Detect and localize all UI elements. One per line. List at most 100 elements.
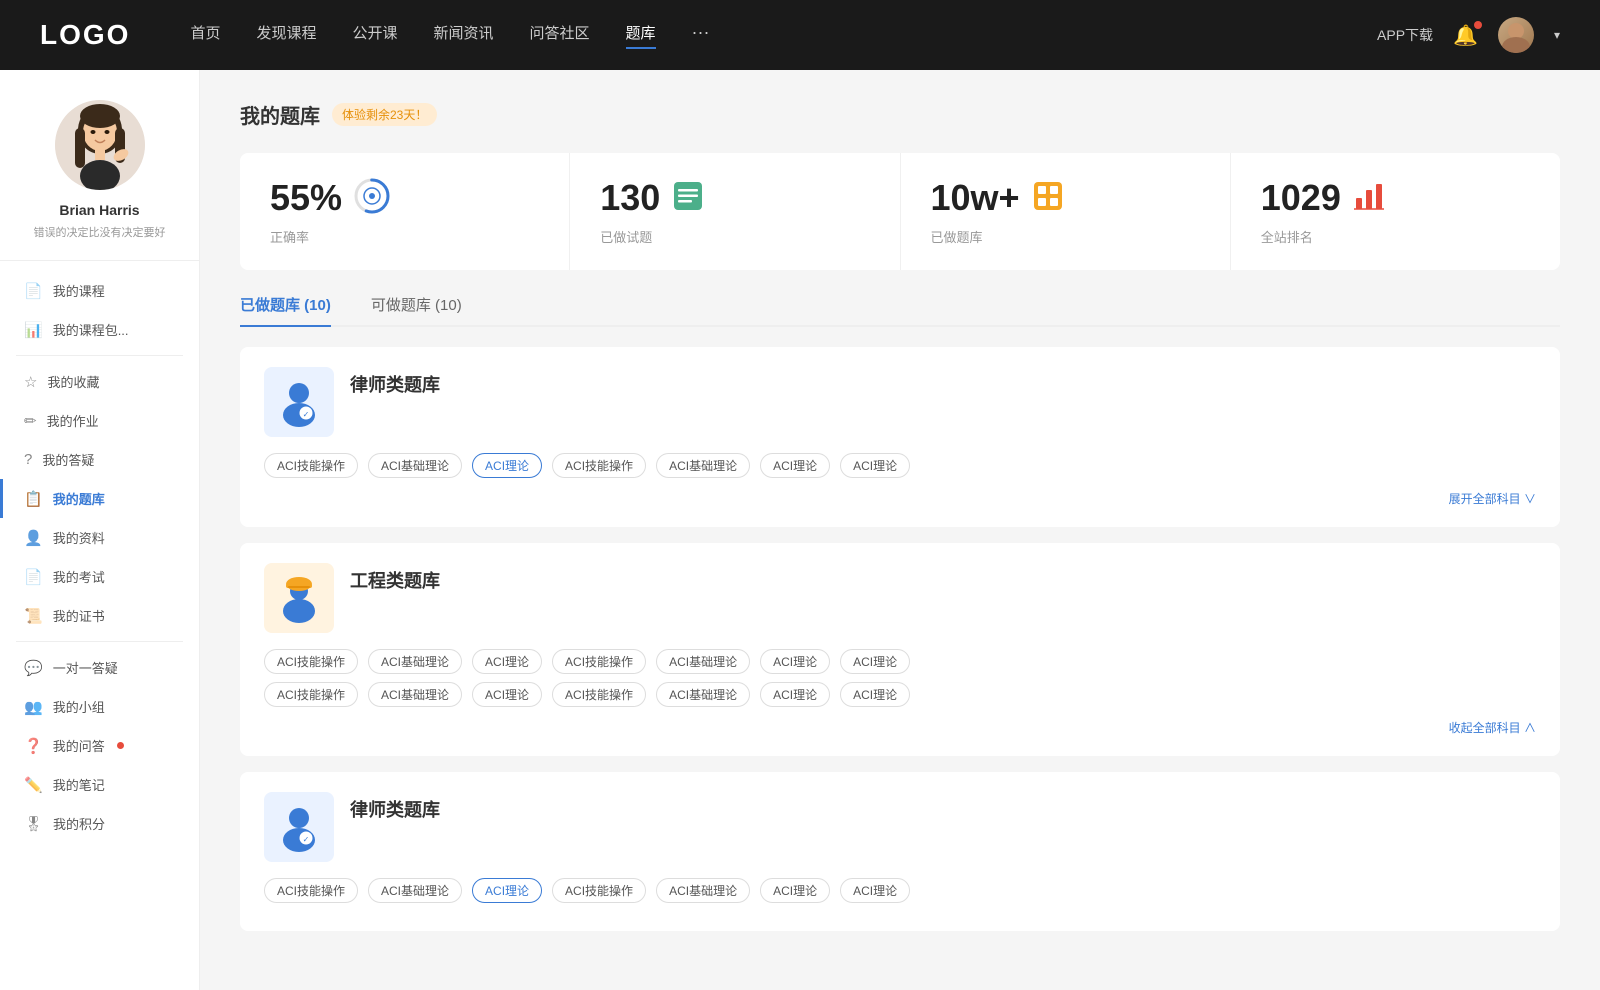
svg-text:✓: ✓ — [303, 835, 310, 844]
qbank-tags-lawyer-2: ACI技能操作 ACI基础理论 ACI理论 ACI技能操作 ACI基础理论 AC… — [264, 878, 1536, 903]
tag-e1-r1-1[interactable]: ACI基础理论 — [368, 649, 462, 674]
accuracy-icon — [354, 178, 390, 219]
tag-e1-r2-4[interactable]: ACI基础理论 — [656, 682, 750, 707]
sidebar-item-my-notes[interactable]: ✏️ 我的笔记 — [0, 765, 199, 804]
tab-done-banks[interactable]: 已做题库 (10) — [240, 294, 331, 327]
stats-row: 55% 正确率 130 — [240, 153, 1560, 270]
sidebar-label-my-exam: 我的考试 — [53, 567, 105, 586]
tag-e1-r1-6[interactable]: ACI理论 — [840, 649, 910, 674]
main-content: 我的题库 体验剩余23天！ 55% 正确 — [200, 70, 1600, 990]
nav-qa[interactable]: 问答社区 — [530, 22, 590, 49]
sidebar-item-my-exam[interactable]: 📄 我的考试 — [0, 557, 199, 596]
sidebar-menu: 📄 我的课程 📊 我的课程包... ☆ 我的收藏 ✏ 我的作业 ? 我的答疑 📋 — [0, 271, 199, 843]
sidebar-item-my-profile[interactable]: 👤 我的资料 — [0, 518, 199, 557]
tag-e1-r2-1[interactable]: ACI基础理论 — [368, 682, 462, 707]
stat-done-banks-label: 已做题库 — [931, 227, 1200, 246]
tag-l1-3[interactable]: ACI技能操作 — [552, 453, 646, 478]
notification-bell[interactable]: 🔔 — [1453, 23, 1478, 48]
collection-icon: ☆ — [24, 373, 37, 391]
qbank-card-lawyer-2: ✓ 律师类题库 ACI技能操作 ACI基础理论 ACI理论 ACI技能操作 AC… — [240, 772, 1560, 931]
tag-e1-r2-0[interactable]: ACI技能操作 — [264, 682, 358, 707]
profile-icon: 👤 — [24, 529, 43, 547]
tag-l1-5[interactable]: ACI理论 — [760, 453, 830, 478]
tag-l2-2[interactable]: ACI理论 — [472, 878, 542, 903]
stat-done-questions-top: 130 — [600, 177, 869, 219]
nav-qbank[interactable]: 题库 — [626, 22, 656, 49]
group-icon: 👥 — [24, 698, 43, 716]
sidebar-label-my-cert: 我的证书 — [53, 606, 105, 625]
qbank-title-lawyer-1: 律师类题库 — [350, 367, 440, 397]
profile-avatar[interactable] — [55, 100, 145, 190]
answers-icon: ❓ — [24, 737, 43, 755]
sidebar-item-my-qa[interactable]: ? 我的答疑 — [0, 440, 199, 479]
sidebar-item-my-homework[interactable]: ✏ 我的作业 — [0, 401, 199, 440]
tag-l1-0[interactable]: ACI技能操作 — [264, 453, 358, 478]
stat-done-questions: 130 已做试题 — [570, 153, 900, 270]
tag-e1-r1-3[interactable]: ACI技能操作 — [552, 649, 646, 674]
stat-done-banks-top: 10w+ — [931, 177, 1200, 219]
course-icon: 📄 — [24, 282, 43, 300]
notes-icon: ✏️ — [24, 776, 43, 794]
stat-rank-label: 全站排名 — [1261, 227, 1530, 246]
main-layout: Brian Harris 错误的决定比没有决定要好 📄 我的课程 📊 我的课程包… — [0, 70, 1600, 990]
stat-accuracy-value: 55% — [270, 177, 342, 219]
qbank-icon-engineer — [264, 563, 334, 633]
expand-engineer-1[interactable]: 收起全部科目 ∧ — [264, 715, 1536, 736]
tag-l1-4[interactable]: ACI基础理论 — [656, 453, 750, 478]
nav-more[interactable]: ··· — [692, 22, 710, 49]
tag-l2-0[interactable]: ACI技能操作 — [264, 878, 358, 903]
stat-accuracy-top: 55% — [270, 177, 539, 219]
sidebar-item-my-collection[interactable]: ☆ 我的收藏 — [0, 362, 199, 401]
divider-1 — [16, 355, 183, 356]
tab-available-banks[interactable]: 可做题库 (10) — [371, 294, 462, 325]
nav-home[interactable]: 首页 — [190, 22, 220, 49]
sidebar-item-my-course[interactable]: 📄 我的课程 — [0, 271, 199, 310]
tag-l2-3[interactable]: ACI技能操作 — [552, 878, 646, 903]
tag-e1-r1-5[interactable]: ACI理论 — [760, 649, 830, 674]
tag-e1-r2-3[interactable]: ACI技能操作 — [552, 682, 646, 707]
sidebar-label-my-answers: 我的问答 — [53, 736, 105, 755]
tag-e1-r2-6[interactable]: ACI理论 — [840, 682, 910, 707]
sidebar-item-my-package[interactable]: 📊 我的课程包... — [0, 310, 199, 349]
qbank-header-lawyer-2: ✓ 律师类题库 — [264, 792, 1536, 862]
qbank-tags-engineer-1-row2: ACI技能操作 ACI基础理论 ACI理论 ACI技能操作 ACI基础理论 AC… — [264, 682, 1536, 707]
sidebar-label-my-qa: 我的答疑 — [42, 450, 94, 469]
nav-discover[interactable]: 发现课程 — [256, 22, 316, 49]
sidebar-item-one-on-one[interactable]: 💬 一对一答疑 — [0, 648, 199, 687]
app-download-button[interactable]: APP下载 — [1377, 25, 1433, 45]
sidebar-item-my-group[interactable]: 👥 我的小组 — [0, 687, 199, 726]
bar-chart-icon — [1353, 180, 1385, 217]
answers-dot — [117, 742, 124, 749]
sidebar-label-my-qbank: 我的题库 — [53, 489, 105, 508]
tag-e1-r2-2[interactable]: ACI理论 — [472, 682, 542, 707]
tag-l2-1[interactable]: ACI基础理论 — [368, 878, 462, 903]
tag-e1-r2-5[interactable]: ACI理论 — [760, 682, 830, 707]
tabs-row: 已做题库 (10) 可做题库 (10) — [240, 294, 1560, 327]
nav-news[interactable]: 新闻资讯 — [434, 22, 494, 49]
tag-l1-2[interactable]: ACI理论 — [472, 453, 542, 478]
nav-open-course[interactable]: 公开课 — [352, 22, 397, 49]
sidebar-label-my-homework: 我的作业 — [47, 411, 99, 430]
tag-e1-r1-4[interactable]: ACI基础理论 — [656, 649, 750, 674]
tag-e1-r1-2[interactable]: ACI理论 — [472, 649, 542, 674]
user-menu-chevron[interactable]: ▾ — [1554, 28, 1560, 42]
tag-l1-6[interactable]: ACI理论 — [840, 453, 910, 478]
sidebar-item-my-points[interactable]: 🎖 我的积分 — [0, 804, 199, 843]
user-avatar[interactable] — [1498, 17, 1534, 53]
profile-section: Brian Harris 错误的决定比没有决定要好 — [0, 100, 199, 261]
tag-l1-1[interactable]: ACI基础理论 — [368, 453, 462, 478]
qbank-title-lawyer-2: 律师类题库 — [350, 792, 440, 822]
sidebar-item-my-answers[interactable]: ❓ 我的问答 — [0, 726, 199, 765]
grid-icon — [1032, 180, 1064, 217]
sidebar-label-one-on-one: 一对一答疑 — [53, 658, 118, 677]
notification-dot — [1474, 21, 1482, 29]
expand-lawyer-1[interactable]: 展开全部科目 ∨ — [264, 486, 1536, 507]
tag-l2-5[interactable]: ACI理论 — [760, 878, 830, 903]
tag-e1-r1-0[interactable]: ACI技能操作 — [264, 649, 358, 674]
cert-icon: 📜 — [24, 607, 43, 625]
sidebar-item-my-qbank[interactable]: 📋 我的题库 — [0, 479, 199, 518]
sidebar-item-my-cert[interactable]: 📜 我的证书 — [0, 596, 199, 635]
divider-2 — [16, 641, 183, 642]
tag-l2-6[interactable]: ACI理论 — [840, 878, 910, 903]
tag-l2-4[interactable]: ACI基础理论 — [656, 878, 750, 903]
